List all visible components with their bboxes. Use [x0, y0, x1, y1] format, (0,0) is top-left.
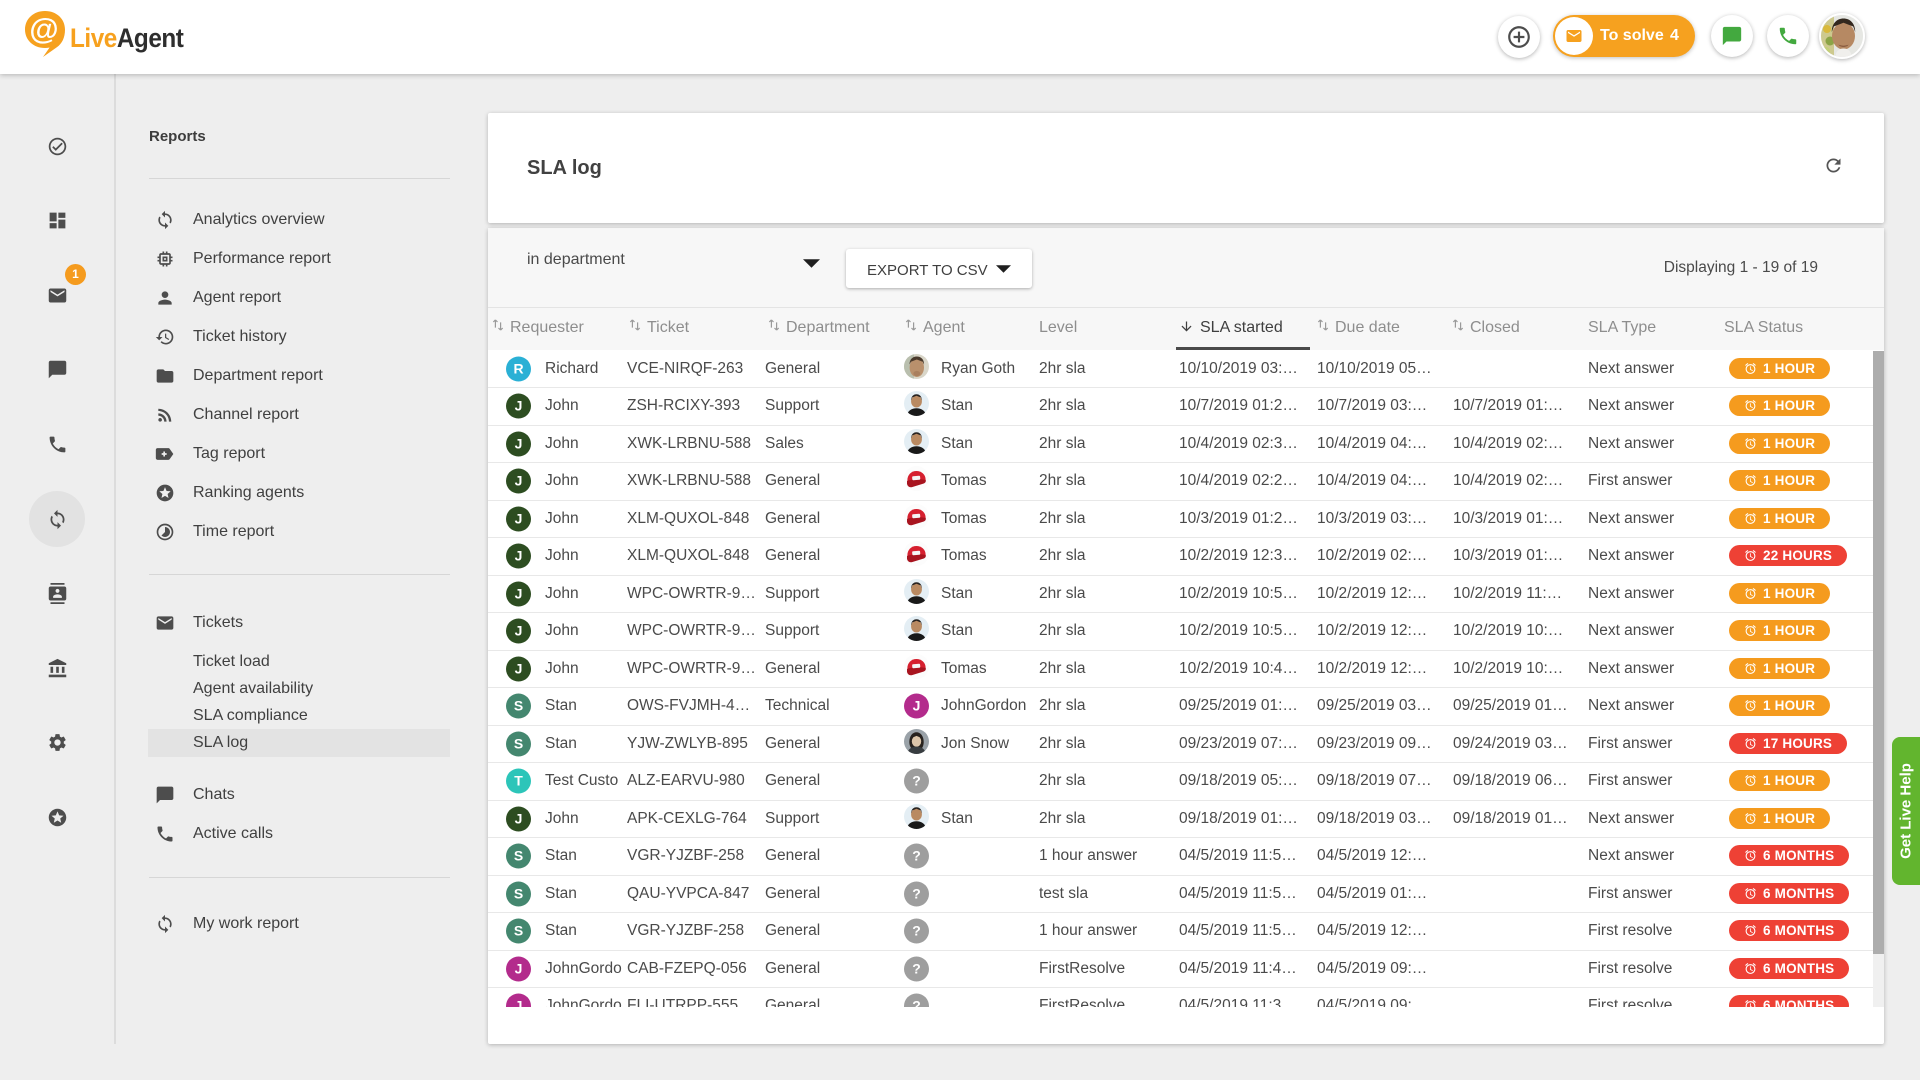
svg-text:@: @: [29, 13, 58, 46]
